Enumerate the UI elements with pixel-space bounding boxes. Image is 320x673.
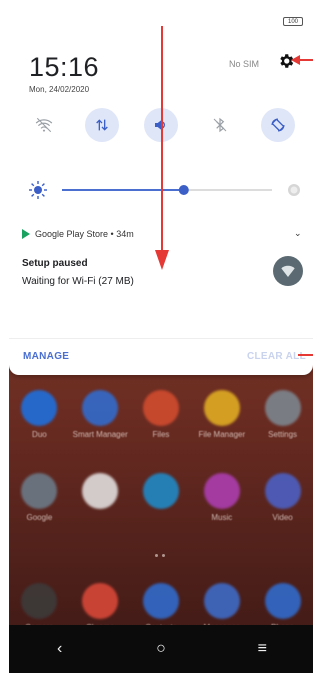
back-button[interactable]: ‹ bbox=[40, 640, 80, 658]
home-row-1: Duo Smart Manager Files File Manager Setting… bbox=[9, 390, 313, 439]
brightness-low-icon bbox=[29, 181, 47, 199]
expand-chevron-icon[interactable]: ⌄ bbox=[294, 228, 302, 239]
sound-toggle[interactable] bbox=[144, 108, 178, 142]
brightness-high-icon bbox=[288, 184, 300, 196]
app-shortcut[interactable]: Google bbox=[11, 473, 67, 522]
brightness-thumb[interactable] bbox=[178, 185, 189, 195]
app-icon bbox=[21, 583, 58, 619]
divider bbox=[9, 338, 313, 339]
recents-button[interactable]: ≡ bbox=[242, 640, 282, 658]
quick-settings bbox=[9, 108, 313, 142]
app-label: Google bbox=[26, 513, 53, 522]
battery-icon: 100 bbox=[283, 17, 303, 26]
app-icon bbox=[82, 473, 119, 509]
app-icon bbox=[264, 473, 301, 509]
app-icon bbox=[21, 473, 58, 509]
app-label: Video bbox=[272, 513, 293, 522]
brightness-slider[interactable] bbox=[28, 180, 304, 200]
app-shortcut[interactable]: Files bbox=[133, 390, 189, 439]
play-store-icon bbox=[22, 229, 30, 239]
notification-app-header[interactable]: Google Play Store • 34m bbox=[22, 229, 134, 239]
app-icon bbox=[203, 390, 240, 426]
phone-screen: Duo Smart Manager Files File Manager Setting… bbox=[9, 8, 313, 673]
app-icon bbox=[264, 583, 301, 619]
app-icon bbox=[21, 390, 58, 426]
app-icon bbox=[142, 390, 179, 426]
app-icon bbox=[203, 473, 240, 509]
no-sim-indicator: No SIM bbox=[229, 59, 260, 69]
app-shortcut[interactable]: Duo bbox=[11, 390, 67, 439]
settings-gear-icon[interactable] bbox=[277, 52, 295, 70]
app-icon bbox=[264, 390, 301, 426]
notification-text: Waiting for Wi-Fi (27 MB) bbox=[22, 276, 134, 287]
bluetooth-off-icon bbox=[213, 117, 227, 133]
app-label: Settings bbox=[268, 430, 298, 439]
app-icon bbox=[142, 473, 179, 509]
notification-title: Setup paused bbox=[22, 258, 88, 269]
auto-rotate-icon bbox=[271, 118, 285, 132]
notification-app-line: Google Play Store • 34m bbox=[35, 229, 134, 239]
wifi-toggle[interactable] bbox=[27, 108, 61, 142]
auto-rotate-toggle[interactable] bbox=[261, 108, 295, 142]
bluetooth-toggle[interactable] bbox=[203, 108, 237, 142]
app-label: Duo bbox=[32, 430, 47, 439]
mobile-data-toggle[interactable] bbox=[85, 108, 119, 142]
app-shortcut[interactable] bbox=[133, 473, 189, 522]
app-label: Smart Manager bbox=[72, 430, 128, 439]
home-button[interactable]: ○ bbox=[141, 640, 181, 658]
notification-shade: 100 15:16 Mon, 24/02/2020 No SIM Google … bbox=[9, 8, 313, 375]
app-shortcut[interactable]: Video bbox=[255, 473, 311, 522]
app-shortcut[interactable] bbox=[72, 473, 128, 522]
navigation-bar: ‹ ○ ≡ bbox=[9, 625, 313, 673]
wifi-icon bbox=[35, 117, 53, 133]
wifi-download-icon bbox=[273, 256, 303, 286]
app-shortcut[interactable]: Settings bbox=[255, 390, 311, 439]
manage-button[interactable]: MANAGE bbox=[23, 351, 69, 362]
date[interactable]: Mon, 24/02/2020 bbox=[29, 85, 89, 94]
home-row-2: Google Music Video bbox=[9, 473, 313, 522]
clear-all-button[interactable]: CLEAR ALL bbox=[247, 351, 306, 362]
app-label: Music bbox=[211, 513, 233, 522]
app-icon bbox=[203, 583, 240, 619]
app-shortcut[interactable]: Music bbox=[194, 473, 250, 522]
app-label: Files bbox=[152, 430, 170, 439]
app-icon bbox=[82, 390, 119, 426]
app-icon bbox=[142, 583, 179, 619]
page-indicator bbox=[155, 554, 165, 557]
app-icon bbox=[82, 583, 119, 619]
data-arrows-icon bbox=[96, 119, 108, 131]
app-label: File Manager bbox=[198, 430, 246, 439]
app-shortcut[interactable]: File Manager bbox=[194, 390, 250, 439]
clock[interactable]: 15:16 bbox=[29, 52, 99, 83]
volume-icon bbox=[155, 120, 165, 130]
app-shortcut[interactable]: Smart Manager bbox=[72, 390, 128, 439]
